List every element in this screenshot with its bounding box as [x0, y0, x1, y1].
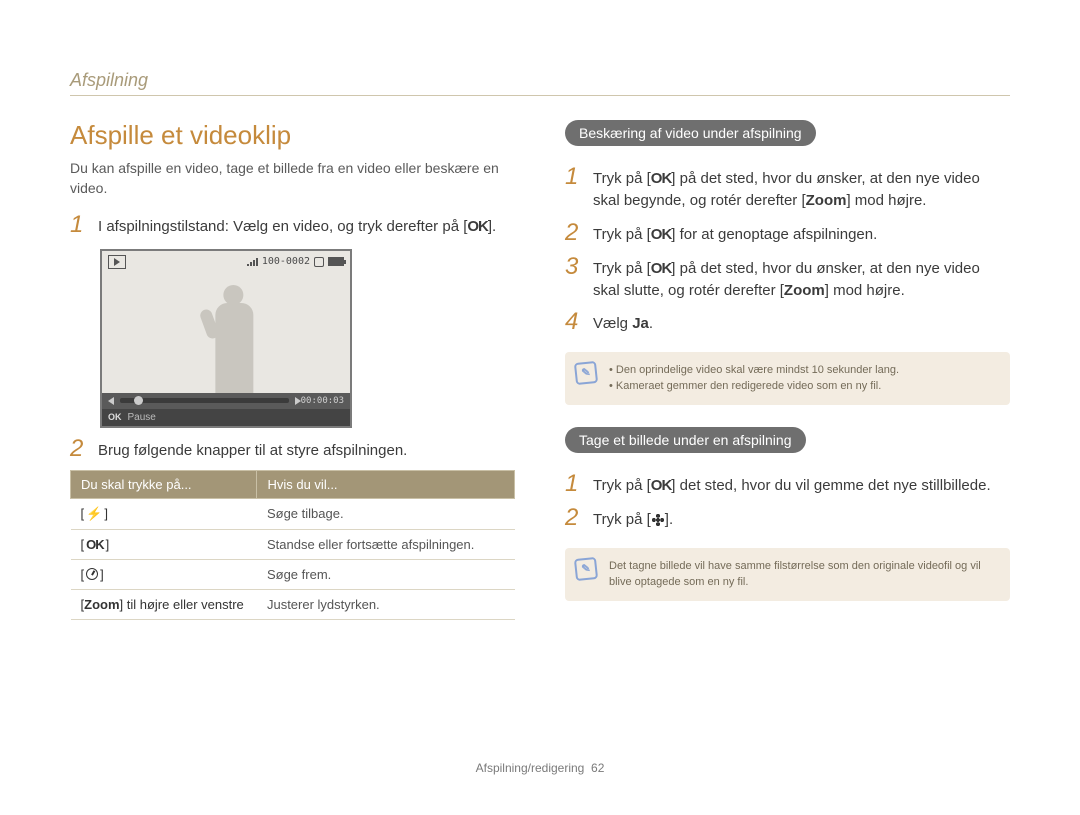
table-action: Justerer lydstyrken.	[257, 589, 515, 619]
trim-step-2: 2 Tryk på [OK] for at genoptage afspilni…	[565, 220, 1010, 246]
battery-icon	[328, 257, 344, 266]
capture-step-1: 1 Tryk på [OK] det sted, hvor du vil gem…	[565, 471, 1010, 497]
table-row: [] Søge frem.	[71, 559, 515, 589]
play-mode-icon	[108, 255, 126, 269]
trim-step-4: 4 Vælg Ja.	[565, 309, 1010, 335]
table-row: [OK] Standse eller fortsætte afspilninge…	[71, 529, 515, 559]
video-silhouette	[215, 303, 253, 393]
progress-bar	[120, 398, 289, 403]
step1-text-a: I afspilningstilstand: Vælg en video, og…	[98, 218, 467, 235]
footer-page: 62	[591, 761, 604, 775]
intro-text: Du kan afspille en video, tage et billed…	[70, 159, 515, 198]
table-row: [⚡] Søge tilbage.	[71, 498, 515, 529]
ok-key-icon: OK	[86, 537, 104, 552]
note-line: Den oprindelige video skal være mindst 1…	[609, 362, 996, 379]
timer-icon	[86, 568, 98, 580]
right-column: Beskæring af video under afspilning 1 Tr…	[565, 120, 1010, 623]
page-footer: Afspilning/redigering 62	[0, 761, 1080, 775]
note-text: Det tagne billede vil have samme filstør…	[609, 560, 981, 589]
ok-key-icon: OK	[651, 226, 672, 243]
zoom-key: Zoom	[84, 597, 119, 612]
flower-key-icon	[651, 513, 665, 527]
left-column: Afspille et videoklip Du kan afspille en…	[70, 120, 515, 623]
note-icon: ✎	[574, 361, 598, 385]
note-icon: ✎	[574, 556, 598, 580]
video-preview: 100-0002 00:00:03 OK Pause	[100, 249, 352, 428]
footer-text: Afspilning/redigering	[476, 761, 585, 775]
trim-step-1: 1 Tryk på [OK] på det sted, hvor du ønsk…	[565, 164, 1010, 212]
rewind-icon	[108, 397, 114, 405]
step-number: 3	[565, 254, 583, 280]
ok-key-icon: OK	[651, 170, 672, 187]
ja-label: Ja	[632, 315, 649, 332]
video-time: 00:00:03	[301, 396, 344, 406]
memory-icon	[314, 257, 324, 267]
zoom-key: Zoom	[806, 192, 847, 209]
page-title: Afspille et videoklip	[70, 120, 515, 151]
breadcrumb: Afspilning	[70, 70, 1010, 96]
note-box-2: ✎ Det tagne billede vil have samme filst…	[565, 548, 1010, 601]
section-heading-trim: Beskæring af video under afspilning	[565, 120, 816, 146]
step2-text: Brug følgende knapper til at styre afspi…	[98, 436, 407, 462]
signal-icon	[247, 257, 258, 266]
step-number: 2	[565, 220, 583, 246]
table-action: Søge frem.	[257, 559, 515, 589]
step-number: 2	[565, 505, 583, 531]
trim-step-3: 3 Tryk på [OK] på det sted, hvor du ønsk…	[565, 254, 1010, 302]
note-box-1: ✎ Den oprindelige video skal være mindst…	[565, 352, 1010, 405]
step-number: 1	[565, 471, 583, 497]
ok-label-small: OK	[108, 412, 122, 422]
capture-step-2: 2 Tryk på [].	[565, 505, 1010, 531]
step-number: 2	[70, 436, 88, 462]
step-number: 1	[565, 164, 583, 190]
zoom-key: Zoom	[784, 282, 825, 299]
table-row: [Zoom] til højre eller venstre Justerer …	[71, 589, 515, 619]
table-header-1: Du skal trykke på...	[71, 470, 257, 498]
controls-table: Du skal trykke på... Hvis du vil... [⚡] …	[70, 470, 515, 620]
flash-icon: ⚡	[86, 506, 102, 522]
step1-text-b: ].	[488, 218, 496, 235]
table-action: Standse eller fortsætte afspilningen.	[257, 529, 515, 559]
ok-key-icon: OK	[467, 218, 488, 235]
left-step-1: 1 I afspilningstilstand: Vælg en video, …	[70, 212, 515, 238]
step-number: 4	[565, 309, 583, 335]
ok-key-icon: OK	[651, 477, 672, 494]
pause-label: Pause	[128, 412, 156, 423]
table-header-2: Hvis du vil...	[257, 470, 515, 498]
note-line: Kameraet gemmer den redigerede video som…	[609, 378, 996, 395]
step-number: 1	[70, 212, 88, 238]
file-counter: 100-0002	[262, 256, 310, 267]
left-step-2: 2 Brug følgende knapper til at styre afs…	[70, 436, 515, 462]
section-heading-capture: Tage et billede under en afspilning	[565, 427, 806, 453]
ok-key-icon: OK	[651, 260, 672, 277]
table-action: Søge tilbage.	[257, 498, 515, 529]
